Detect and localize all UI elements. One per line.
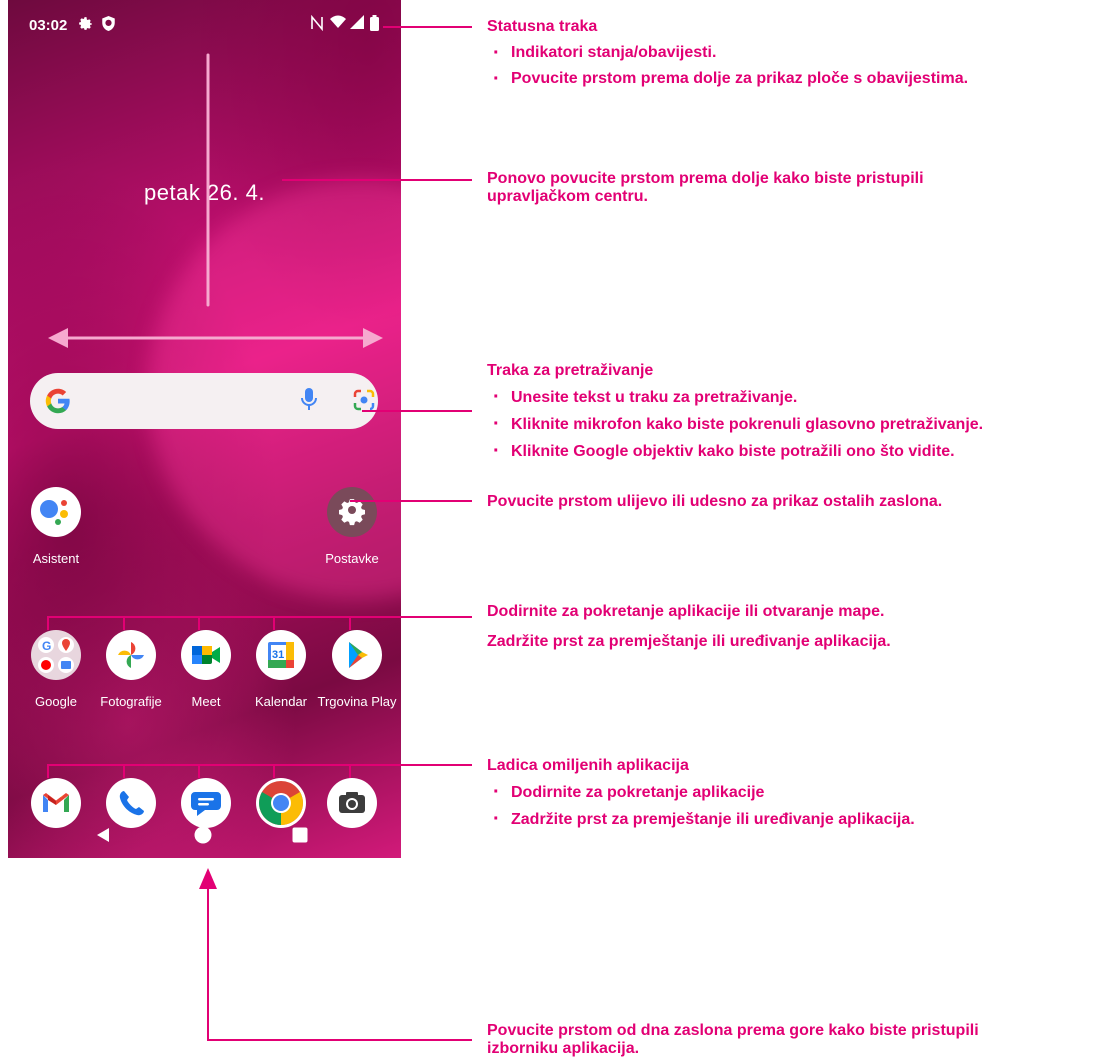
annotation-line: upravljačkom centru.: [487, 188, 648, 205]
google-photos-icon: [106, 630, 156, 680]
home-icon[interactable]: [194, 826, 212, 844]
google-folder-icon: G: [31, 630, 81, 680]
app-label: Google: [35, 694, 77, 709]
app-label: Asistent: [32, 551, 80, 566]
annotation-bullet: Kliknite mikrofon kako biste pokrenuli g…: [487, 411, 983, 438]
annotation-apps: Dodirnite za pokretanje aplikacije ili o…: [487, 597, 891, 657]
annotation-bullet: Povucite prstom prema dolje za prikaz pl…: [487, 66, 968, 92]
app-label: Fotografije: [100, 694, 162, 709]
annotation-search-bar: Traka za pretraživanje Unesite tekst u t…: [487, 357, 983, 465]
google-lens-icon[interactable]: [352, 388, 376, 412]
app-label: Meet: [191, 694, 221, 709]
svg-text:G: G: [42, 639, 51, 653]
annotation-bullet: Unesite tekst u traku za pretraživanje.: [487, 384, 983, 411]
app-assistant[interactable]: Asistent: [16, 487, 96, 566]
annotation-swipe: Povucite prstom ulijevo ili udesno za pr…: [487, 489, 942, 515]
annotation-line: Povucite prstom ulijevo ili udesno za pr…: [487, 493, 943, 510]
annotation-bullet: Zadržite prst za premještanje ili uređiv…: [487, 806, 915, 833]
app-meet[interactable]: Meet: [166, 630, 246, 709]
annotation-app-drawer: Povucite prstom od dna zaslona prema gor…: [487, 1022, 979, 1058]
annotation-control-center: Ponovo povucite prstom prema dolje kako …: [487, 170, 924, 206]
google-assistant-icon: [31, 487, 81, 537]
play-store-icon: [332, 630, 382, 680]
annotation-status-bar: Statusna traka Indikatori stanja/obavije…: [487, 14, 968, 92]
annotation-line: Zadržite prst za premještanje ili uređiv…: [487, 633, 891, 650]
swipe-gesture-arrows: [48, 53, 383, 348]
annotation-line: Povucite prstom od dna zaslona prema gor…: [487, 1022, 979, 1039]
microphone-icon[interactable]: [301, 387, 317, 413]
app-google-folder[interactable]: G Google: [16, 630, 96, 709]
app-play-store[interactable]: Trgovina Play: [312, 630, 401, 709]
annotation-title: Traka za pretraživanje: [487, 362, 654, 379]
annotation-line: izborniku aplikacija.: [487, 1040, 640, 1057]
recents-icon[interactable]: [292, 827, 308, 843]
back-icon[interactable]: [95, 827, 111, 843]
app-photos[interactable]: Fotografije: [91, 630, 171, 709]
annotation-bullet: Indikatori stanja/obavijesti.: [487, 40, 968, 66]
navigation-bar: [8, 812, 401, 858]
annotation-line: Dodirnite za pokretanje aplikacije ili o…: [487, 603, 885, 620]
google-calendar-icon: 31: [256, 630, 306, 680]
settings-icon: [327, 487, 377, 537]
annotation-title: Statusna traka: [487, 18, 598, 35]
app-settings[interactable]: Postavke: [312, 487, 392, 566]
annotation-title: Ladica omiljenih aplikacija: [487, 757, 689, 774]
google-g-icon: [45, 388, 70, 414]
app-calendar[interactable]: 31 Kalendar: [241, 630, 321, 709]
app-label: Kalendar: [254, 694, 308, 709]
annotation-bullet: Dodirnite za pokretanje aplikacije: [487, 779, 915, 806]
annotation-bullet: Kliknite Google objektiv kako biste potr…: [487, 438, 983, 465]
annotation-line: Ponovo povucite prstom prema dolje kako …: [487, 170, 924, 187]
google-meet-icon: [181, 630, 231, 680]
app-label: Trgovina Play: [317, 694, 397, 709]
calendar-day: 31: [272, 649, 284, 661]
search-bar[interactable]: [30, 373, 378, 429]
app-label: Postavke: [325, 551, 379, 566]
phone-screen: 03:02 petak 26. 4. Asistent Postavke G G…: [8, 0, 401, 858]
annotation-favorites-tray: Ladica omiljenih aplikacija Dodirnite za…: [487, 752, 915, 833]
